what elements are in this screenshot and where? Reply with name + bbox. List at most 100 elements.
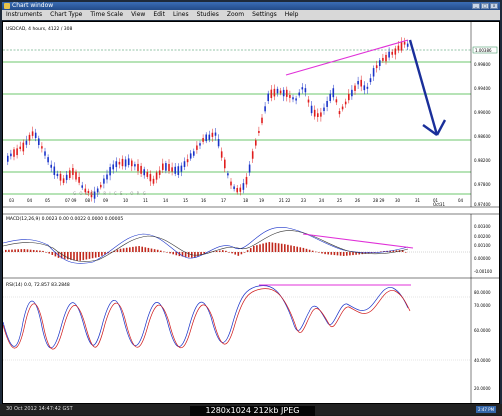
macd-bar xyxy=(271,242,274,252)
bull-candle xyxy=(177,166,180,175)
bull-candle xyxy=(351,89,353,97)
macd-bar xyxy=(5,249,7,252)
macd-bar xyxy=(287,244,289,252)
macd-bar xyxy=(141,246,143,252)
menu-view[interactable]: View xyxy=(127,10,149,20)
macd-signal-line xyxy=(2,230,409,262)
price-y-label: 0.97400 xyxy=(474,202,491,207)
bull-candle xyxy=(379,60,381,67)
macd-histogram xyxy=(5,242,407,261)
bear-candle xyxy=(289,94,291,98)
bull-candle xyxy=(357,81,359,85)
menu-studies[interactable]: Studies xyxy=(193,10,223,20)
status-datetime: 30 Oct 2012 14:47:42 GST xyxy=(6,406,73,412)
macd-bar xyxy=(352,252,354,256)
macd-bar xyxy=(215,250,218,252)
close-icon[interactable]: x xyxy=(490,3,498,9)
bull-candle xyxy=(50,164,52,168)
bull-candle xyxy=(143,169,145,176)
macd-bar xyxy=(166,252,168,253)
macd-bar xyxy=(308,249,311,252)
macd-panel: MACD(12,26,9) 0.0023 0.00 0.0022 0.0000 … xyxy=(2,213,499,279)
macd-bar xyxy=(249,248,252,252)
macd-bar xyxy=(346,252,348,256)
bear-candle xyxy=(22,142,25,152)
title-bar: Chart window _ □ x xyxy=(2,2,500,10)
macd-bar xyxy=(160,250,162,252)
bear-candle xyxy=(220,151,223,158)
rsi-line xyxy=(2,285,409,349)
bear-candle xyxy=(261,117,263,124)
bull-candle xyxy=(242,183,245,190)
maximize-icon[interactable]: □ xyxy=(481,3,489,9)
macd-bar xyxy=(222,250,224,252)
bear-candle xyxy=(100,184,102,188)
menu-time-scale[interactable]: Time Scale xyxy=(86,10,127,20)
macd-y-labels: 0.00300 0.00200 0.00100 0.00000 -0.00100 xyxy=(474,224,492,274)
macd-bar xyxy=(280,243,283,252)
bear-candle xyxy=(344,101,347,105)
bull-candle xyxy=(103,178,105,184)
macd-bar xyxy=(150,248,153,252)
macd-bar xyxy=(404,252,407,253)
minimize-icon[interactable]: _ xyxy=(472,3,480,9)
macd-bar xyxy=(349,252,351,256)
macd-bar xyxy=(14,249,16,252)
macd-bar xyxy=(73,252,75,261)
macd-y-label: -0.00100 xyxy=(474,269,492,274)
macd-bar xyxy=(228,252,230,253)
bear-candle xyxy=(196,145,198,150)
chart-canvas[interactable]: USDCAD, 4 hours, 4122 / 308 G O L D P R … xyxy=(2,22,499,403)
time-axis-label: 16 xyxy=(201,198,207,203)
bear-candle xyxy=(391,51,393,55)
macd-y-label: 0.00300 xyxy=(474,224,491,229)
macd-bar xyxy=(163,251,165,253)
macd-y-label: 0.00200 xyxy=(474,234,491,239)
rsi-header: RSI(14) 0.0, 72.857 83.2848 xyxy=(6,282,70,288)
bull-candle xyxy=(106,174,108,180)
bull-candle xyxy=(134,164,136,167)
time-axis-label: 15 xyxy=(183,198,189,203)
bear-candle xyxy=(313,109,316,117)
bull-candle xyxy=(295,98,297,101)
macd-bar xyxy=(88,252,91,259)
menu-chart-type[interactable]: Chart Type xyxy=(46,10,86,20)
bull-candle xyxy=(109,167,111,176)
time-axis-label: 14 xyxy=(163,198,169,203)
taskbar-clock: 2:47 PM xyxy=(476,406,496,413)
bull-candle xyxy=(388,51,390,58)
bear-candle xyxy=(270,89,273,99)
macd-bar xyxy=(265,242,267,252)
bull-candle xyxy=(233,186,235,190)
menu-help[interactable]: Help xyxy=(281,10,303,20)
macd-bar xyxy=(17,249,19,252)
bear-candle xyxy=(224,159,226,169)
menu-instruments[interactable]: Instruments xyxy=(2,10,46,20)
macd-bar xyxy=(218,250,221,252)
bear-candle xyxy=(13,149,15,157)
macd-bar xyxy=(132,246,134,252)
menu-lines[interactable]: Lines xyxy=(169,10,193,20)
menu-zoom[interactable]: Zoom xyxy=(223,10,248,20)
macd-bar xyxy=(240,252,243,255)
macd-bar xyxy=(296,246,298,252)
macd-bar xyxy=(175,252,178,256)
time-axis-label: 07 09 xyxy=(65,198,77,203)
bull-candle xyxy=(363,85,366,91)
bull-candle xyxy=(127,158,130,166)
bull-candle xyxy=(124,159,127,167)
menu-edit[interactable]: Edit xyxy=(149,10,169,20)
bear-candle xyxy=(131,160,133,167)
macd-bar xyxy=(45,252,47,253)
price-y-label: 0.97800 xyxy=(474,182,491,187)
macd-bar xyxy=(129,247,131,252)
bull-candle xyxy=(199,143,201,146)
bear-candle xyxy=(317,113,319,118)
time-axis-label: 10 xyxy=(123,198,129,203)
chart-area[interactable]: USDCAD, 4 hours, 4122 / 308 G O L D P R … xyxy=(2,21,500,404)
macd-bar xyxy=(91,252,94,259)
macd-bar xyxy=(284,244,286,252)
menu-settings[interactable]: Settings xyxy=(248,10,281,20)
time-axis-label: 30 xyxy=(395,198,401,203)
bull-candle xyxy=(304,88,307,93)
